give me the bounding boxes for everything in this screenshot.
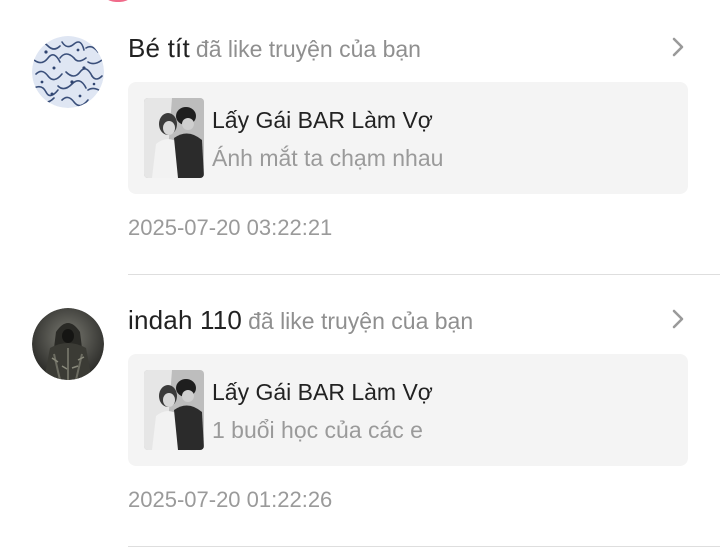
story-cover-image	[144, 98, 204, 178]
story-title: Lấy Gái BAR Làm Vợ	[212, 379, 433, 405]
timestamp: 2025-07-20 01:22:26	[128, 487, 333, 512]
notification-headline: Bé tít đã like truyện của bạn	[128, 30, 421, 66]
story-card[interactable]: Lấy Gái BAR Làm Vợ 1 buổi học của các e	[128, 354, 688, 466]
notification-item[interactable]: indah 110 đã like truyện của bạn Lấy Gái …	[0, 272, 720, 547]
username[interactable]: indah 110	[128, 305, 242, 335]
chapter-title: 1 buổi học của các e	[212, 417, 423, 443]
avatar-image	[32, 308, 104, 380]
story-cover-image	[144, 370, 204, 450]
story-title: Lấy Gái BAR Làm Vợ	[212, 107, 433, 133]
chevron-right-icon[interactable]	[668, 308, 688, 330]
divider	[128, 546, 720, 547]
avatar[interactable]	[32, 308, 104, 380]
notification-headline: indah 110 đã like truyện của bạn	[128, 302, 473, 338]
avatar-image	[32, 36, 104, 108]
timestamp: 2025-07-20 03:22:21	[128, 215, 333, 240]
chapter-title: Ánh mắt ta chạm nhau	[212, 145, 444, 171]
notification-item[interactable]: Bé tít đã like truyện của bạn Lấy Gái BAR…	[0, 0, 720, 275]
avatar[interactable]	[32, 36, 104, 108]
chevron-right-icon[interactable]	[668, 36, 688, 58]
action-text: đã like truyện của bạn	[248, 308, 474, 334]
action-text: đã like truyện của bạn	[195, 36, 421, 62]
username[interactable]: Bé tít	[128, 33, 190, 63]
story-card[interactable]: Lấy Gái BAR Làm Vợ Ánh mắt ta chạm nhau	[128, 82, 688, 194]
